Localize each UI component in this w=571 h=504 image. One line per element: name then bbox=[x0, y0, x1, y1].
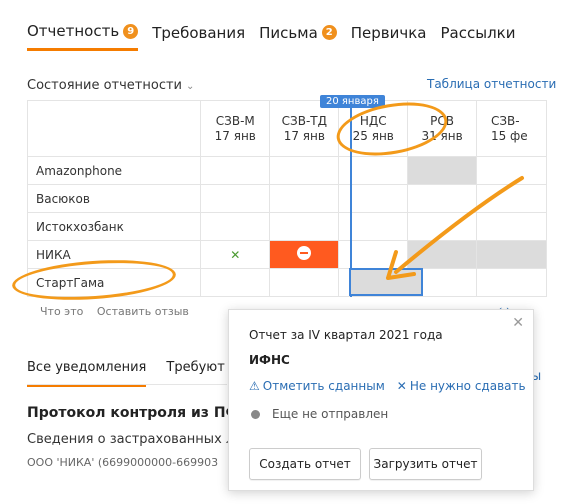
report-popover: ✕ Отчет за IV квартал 2021 года ИФНС ⚠ От… bbox=[228, 309, 534, 491]
action-label: Не нужно сдавать bbox=[409, 379, 526, 393]
action-label: Отметить сданным bbox=[262, 379, 385, 393]
popover-title: Отчет за IV квартал 2021 года bbox=[249, 328, 443, 342]
not-needed-action[interactable]: ✕ Не нужно сдавать bbox=[397, 379, 526, 393]
status-dot-icon bbox=[251, 409, 260, 419]
close-icon[interactable]: ✕ bbox=[512, 315, 524, 331]
popover-org: ИФНС bbox=[249, 353, 290, 367]
send-status: Еще не отправлен bbox=[251, 407, 388, 421]
mark-submitted-action[interactable]: ⚠ Отметить сданным bbox=[249, 379, 385, 393]
popover-actions: ⚠ Отметить сданным ✕ Не нужно сдавать bbox=[249, 379, 526, 393]
warning-icon: ⚠ bbox=[249, 379, 260, 393]
upload-report-button[interactable]: Загрузить отчет bbox=[369, 448, 482, 480]
status-text: Еще не отправлен bbox=[272, 407, 389, 421]
create-report-button[interactable]: Создать отчет bbox=[249, 448, 361, 480]
close-icon: ✕ bbox=[396, 379, 407, 393]
